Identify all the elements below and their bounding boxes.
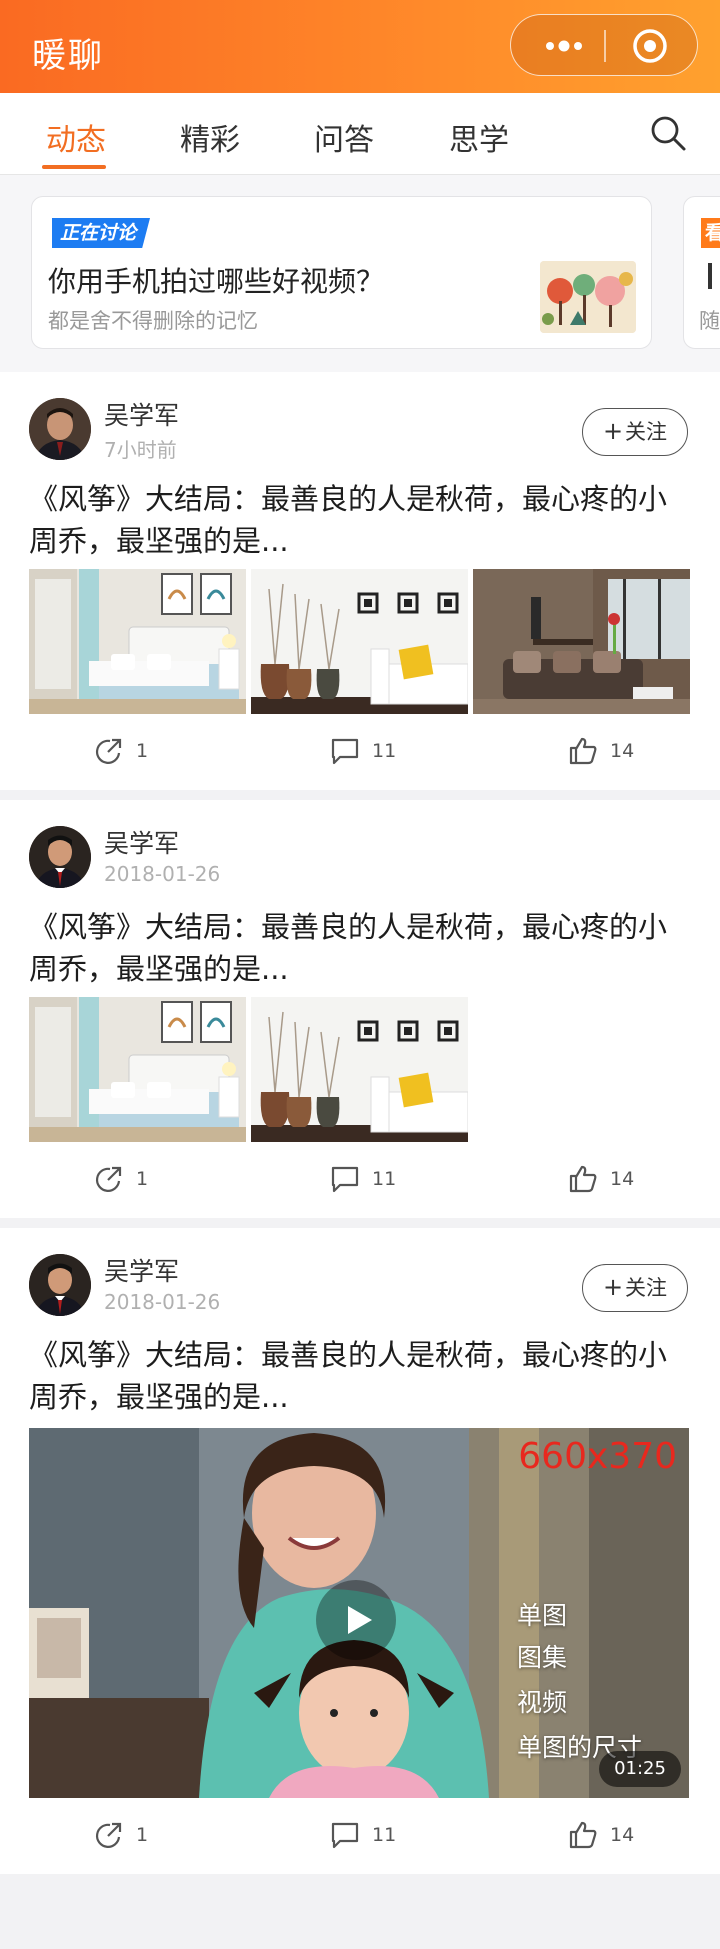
tab-sixue[interactable]: 思学: [449, 115, 509, 159]
mini-program-capsule: [510, 14, 698, 76]
post-title[interactable]: 《风筝》大结局：最善良的人是秋荷，最心疼的小周乔，最坚强的是...: [29, 906, 689, 990]
post-actions: 1 11 14: [0, 1160, 720, 1200]
comment-icon: [331, 1822, 359, 1849]
avatar[interactable]: [29, 1254, 91, 1316]
discussion-subtitle: 都是舍不得删除的记忆: [48, 309, 258, 333]
post-time: 2018-01-26: [104, 1290, 221, 1314]
thumbs-up-icon: [569, 1165, 597, 1193]
more-dots-icon[interactable]: [535, 33, 605, 59]
post-card[interactable]: 吴学军 2018-01-26 +关注 《风筝》大结局：最善良的人是秋荷，最心疼的…: [0, 1228, 720, 1874]
play-icon: [348, 1606, 372, 1634]
video-size-label: 660x370: [518, 1436, 677, 1477]
follow-label: 关注: [625, 1276, 668, 1300]
comment-icon: [331, 738, 359, 765]
video-overlay-text: 视频: [517, 1688, 568, 1717]
discussion-thumbnail: [540, 261, 636, 333]
post-title[interactable]: 《风筝》大结局：最善良的人是秋荷，最心疼的小周乔，最坚强的是...: [29, 478, 689, 562]
discussion-carousel: 正在讨论 你用手机拍过哪些好视频？ 都是舍不得删除的记忆 看 随: [0, 175, 720, 372]
discussion-next-title-fragment: [708, 263, 712, 289]
post-image-vases[interactable]: [251, 569, 468, 714]
author-name[interactable]: 吴学军: [104, 1252, 179, 1288]
post-title[interactable]: 《风筝》大结局：最善良的人是秋荷，最心疼的小周乔，最坚强的是...: [29, 1334, 689, 1418]
discussion-badge-next: 看: [701, 218, 720, 248]
thumbs-up-icon: [569, 1821, 597, 1849]
video-overlay-text: 图集: [517, 1643, 568, 1672]
discussion-badge: 正在讨论: [52, 218, 151, 248]
video-overlay-text: 单图: [517, 1601, 568, 1630]
like-count: 14: [610, 740, 635, 762]
share-icon: [95, 1822, 122, 1848]
discussion-subtitle-next: 随: [699, 309, 720, 333]
video-duration: 01:25: [599, 1751, 681, 1787]
share-icon: [95, 738, 122, 764]
post-image-bedroom[interactable]: [29, 997, 246, 1142]
discussion-title: 你用手机拍过哪些好视频？: [48, 265, 385, 298]
play-button[interactable]: [316, 1580, 396, 1660]
discussion-card[interactable]: 正在讨论 你用手机拍过哪些好视频？ 都是舍不得删除的记忆: [31, 196, 652, 349]
comment-count: 11: [372, 1824, 397, 1846]
share-count: 1: [136, 1824, 149, 1846]
app-title: 暖聊: [32, 36, 104, 76]
avatar[interactable]: [29, 398, 91, 460]
post-actions: 1 11 14: [0, 732, 720, 772]
thumbs-up-icon: [569, 737, 597, 765]
share-count: 1: [136, 1168, 149, 1190]
post-image-living-room[interactable]: [473, 569, 690, 714]
post-actions: 1 11 14: [0, 1816, 720, 1856]
post-card[interactable]: 吴学军 7小时前 +关注 《风筝》大结局：最善良的人是秋荷，最心疼的小周乔，最坚…: [0, 372, 720, 790]
active-tab-indicator: [42, 165, 106, 169]
tab-wenda[interactable]: 问答: [314, 115, 374, 159]
author-name[interactable]: 吴学军: [104, 396, 179, 432]
post-card[interactable]: 吴学军 2018-01-26 《风筝》大结局：最善良的人是秋荷，最心疼的小周乔，…: [0, 800, 720, 1218]
plus-icon: +: [602, 417, 624, 445]
record-circle-icon[interactable]: [631, 27, 669, 65]
tab-jingcai[interactable]: 精彩: [180, 115, 240, 159]
share-icon: [95, 1166, 122, 1192]
like-count: 14: [610, 1824, 635, 1846]
share-count: 1: [136, 740, 149, 762]
avatar[interactable]: [29, 826, 91, 888]
like-count: 14: [610, 1168, 635, 1190]
video-player[interactable]: 660x370 单图 图集 视频 单图的尺寸 01:25: [29, 1428, 689, 1798]
app-header: 暖聊: [0, 0, 720, 93]
post-time: 2018-01-26: [104, 862, 221, 886]
capsule-divider: [604, 30, 606, 62]
comment-count: 11: [372, 1168, 397, 1190]
follow-label: 关注: [625, 420, 668, 444]
follow-button[interactable]: +关注: [582, 408, 688, 456]
plus-icon: +: [602, 1273, 624, 1301]
comment-icon: [331, 1166, 359, 1193]
post-image-bedroom[interactable]: [29, 569, 246, 714]
author-name[interactable]: 吴学军: [104, 824, 179, 860]
search-icon[interactable]: [648, 113, 688, 153]
follow-button[interactable]: +关注: [582, 1264, 688, 1312]
tab-bar: 动态 精彩 问答 思学: [0, 93, 720, 175]
discussion-card-next[interactable]: 看 随: [683, 196, 720, 349]
tab-dongtai[interactable]: 动态: [46, 115, 106, 159]
comment-count: 11: [372, 740, 397, 762]
post-image-vases[interactable]: [251, 997, 468, 1142]
post-time: 7小时前: [104, 438, 177, 462]
